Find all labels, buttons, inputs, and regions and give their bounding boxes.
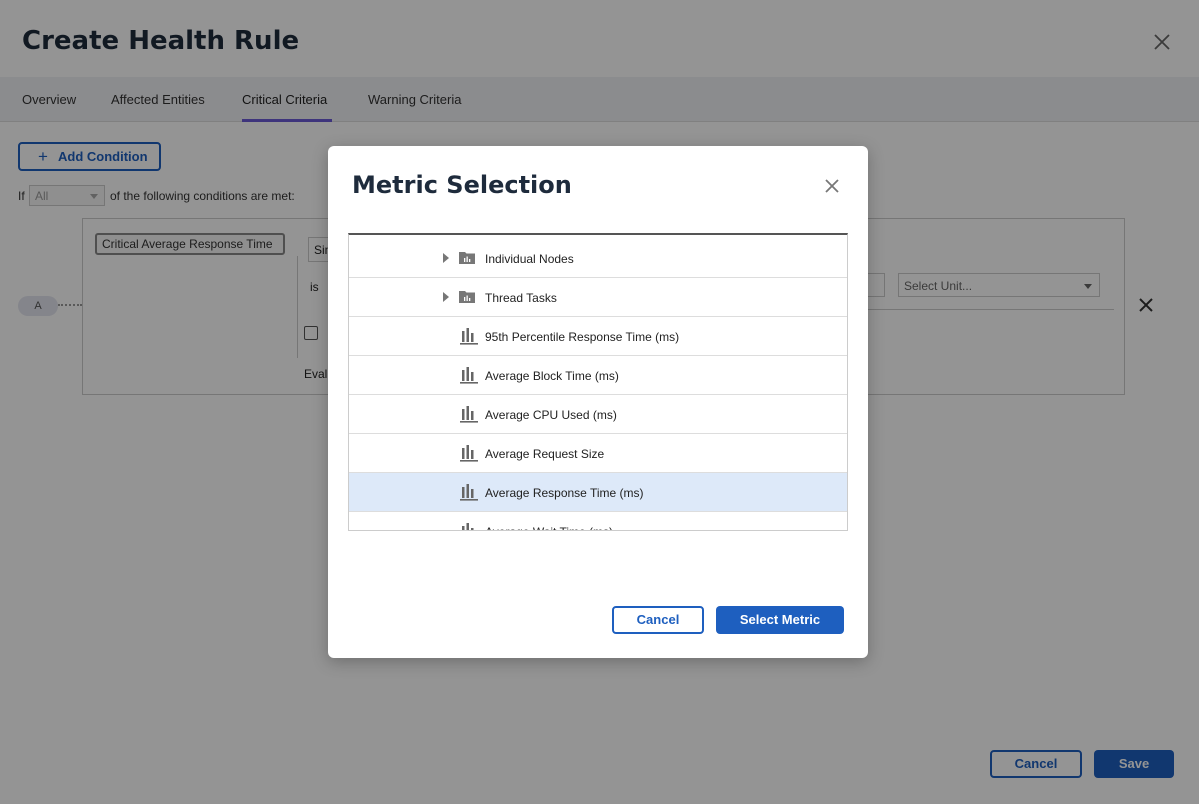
bar-chart-icon bbox=[460, 366, 478, 384]
bar-chart-icon bbox=[460, 405, 478, 423]
tree-folder-row[interactable]: Individual Nodes bbox=[349, 239, 847, 278]
metric-tree[interactable]: Individual Nodes Thread Tasks 95th Percent… bbox=[348, 233, 848, 531]
folder-icon bbox=[459, 251, 475, 264]
tree-metric-row[interactable]: 95th Percentile Response Time (ms) bbox=[349, 317, 847, 356]
folder-icon bbox=[459, 290, 475, 303]
metric-selection-dialog: Metric Selection Individual Nodes Thread … bbox=[328, 146, 868, 658]
tree-item-label: Average CPU Used (ms) bbox=[485, 408, 617, 422]
tree-item-label: Average Request Size bbox=[485, 447, 605, 461]
dialog-cancel-button[interactable]: Cancel bbox=[612, 606, 704, 634]
tree-item-label: Average Wait Time (ms) bbox=[485, 525, 613, 530]
bar-chart-icon bbox=[460, 327, 478, 345]
dialog-title: Metric Selection bbox=[352, 171, 572, 199]
tree-metric-row[interactable]: Average Wait Time (ms) bbox=[349, 512, 847, 530]
tree-item-label: 95th Percentile Response Time (ms) bbox=[485, 330, 680, 344]
metric-tree-list: Individual Nodes Thread Tasks 95th Percent… bbox=[349, 239, 847, 530]
bar-chart-icon bbox=[460, 522, 478, 530]
tree-metric-row[interactable]: Average CPU Used (ms) bbox=[349, 395, 847, 434]
tree-metric-row[interactable]: Average Block Time (ms) bbox=[349, 356, 847, 395]
expand-arrow-icon[interactable] bbox=[443, 253, 449, 263]
tree-item-label: Average Response Time (ms) bbox=[485, 486, 644, 500]
tree-folder-row[interactable]: Thread Tasks bbox=[349, 278, 847, 317]
tree-item-label: Average Block Time (ms) bbox=[485, 369, 619, 383]
tree-item-label: Individual Nodes bbox=[485, 252, 574, 266]
tree-metric-row[interactable]: Average Request Size bbox=[349, 434, 847, 473]
select-metric-button[interactable]: Select Metric bbox=[716, 606, 844, 634]
tree-metric-row[interactable]: Average Response Time (ms) bbox=[349, 473, 847, 512]
close-icon[interactable] bbox=[820, 174, 844, 198]
bar-chart-icon bbox=[460, 444, 478, 462]
expand-arrow-icon[interactable] bbox=[443, 292, 449, 302]
bar-chart-icon bbox=[460, 483, 478, 501]
tree-item-label: Thread Tasks bbox=[485, 291, 557, 305]
